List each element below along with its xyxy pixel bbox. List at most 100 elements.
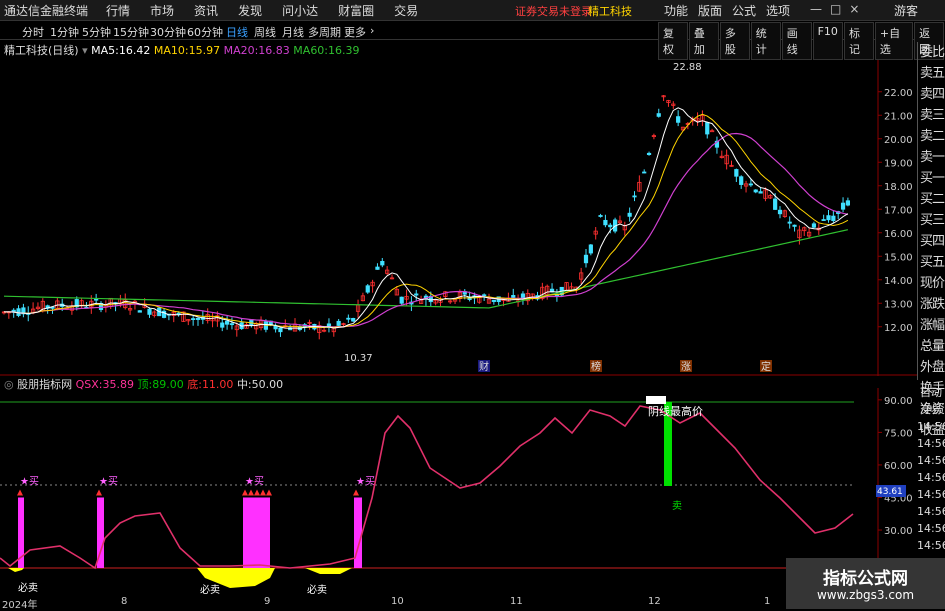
side-label: 买四 xyxy=(919,234,945,249)
buy-arrow xyxy=(260,489,266,496)
side-label: 买三 xyxy=(919,213,945,228)
period-weekly[interactable]: 周线 xyxy=(254,24,276,40)
period-intraday[interactable]: 分时 xyxy=(22,24,44,40)
candle-body xyxy=(792,224,797,227)
period-1min[interactable]: 1分钟 xyxy=(50,24,79,40)
trade-label: 14:56 xyxy=(917,539,945,552)
period-30min[interactable]: 30分钟 xyxy=(150,24,186,40)
candle-body xyxy=(642,171,647,174)
menu-options[interactable]: 选项 xyxy=(766,2,790,19)
login-status[interactable]: 证券交易未登录 xyxy=(515,3,592,19)
sell-label-4: 卖 xyxy=(672,500,682,512)
candlestick-chart[interactable]: 22.00 21.00 20.00 19.00 18.00 17.00 16.00 15.00… xyxy=(0,40,917,376)
side-label: 涨跌 xyxy=(919,297,945,312)
menu-trade[interactable]: 交易 xyxy=(394,2,418,19)
maximize-icon[interactable]: □ xyxy=(830,2,841,16)
title-bar: 通达信金融终端 行情 市场 资讯 发现 问小达 财富圈 交易 证券交易未登录 精… xyxy=(0,0,945,21)
user-label[interactable]: 游客 xyxy=(894,2,918,19)
candle-body xyxy=(491,299,496,302)
side-label: 现价 xyxy=(919,276,945,291)
minimize-icon[interactable]: — xyxy=(810,2,822,16)
buy-label: ★买 xyxy=(20,475,39,487)
candle-body xyxy=(414,293,419,296)
candle-body xyxy=(273,325,278,330)
side-label: 买二 xyxy=(919,192,945,207)
quote-side-panel: 委比 卖五 卖四 卖三 卖二 卖一 买一 买二 买三 买四 买五 现价 涨跌 涨幅 总量 外盘 换手 净资 收益 xyxy=(917,42,945,438)
indicator-chart[interactable]: 90.0075.0060.0045.0030.0015.00 ★买★买★买★买 … xyxy=(0,388,917,596)
period-more[interactable]: 更多 xyxy=(344,24,366,40)
candle-body xyxy=(346,317,351,320)
menu-news[interactable]: 资讯 xyxy=(194,2,218,19)
candle-body xyxy=(821,219,826,221)
sell-label-1: 必卖 xyxy=(18,581,38,594)
side-label: 委比 xyxy=(919,45,945,60)
candle-body xyxy=(191,318,196,321)
menu-quotes[interactable]: 行情 xyxy=(106,2,130,19)
side-label: 卖二 xyxy=(919,129,945,144)
side-label: 卖一 xyxy=(919,150,945,165)
menu-discover[interactable]: 发现 xyxy=(238,2,262,19)
period-15min[interactable]: 15分钟 xyxy=(113,24,149,40)
window-buttons: — □ × xyxy=(810,2,859,16)
event-label-3: 涨 xyxy=(681,361,691,373)
current-stock: 精工科技 xyxy=(588,5,632,18)
period-60min[interactable]: 60分钟 xyxy=(187,24,223,40)
osc-tick: 60.00 xyxy=(884,461,913,472)
date-label: 12 xyxy=(648,596,661,607)
menu-market[interactable]: 市场 xyxy=(150,2,174,19)
candle-body xyxy=(845,200,851,206)
candle-body xyxy=(511,295,516,298)
side-label: 外盘 xyxy=(919,360,945,375)
candle-body xyxy=(224,320,230,325)
candle-body xyxy=(137,310,142,313)
price-tick: 20.00 xyxy=(884,135,913,146)
period-monthly[interactable]: 月线 xyxy=(282,24,304,40)
price-tick: 12.00 xyxy=(884,323,913,334)
candle-body xyxy=(831,215,836,222)
period-5min[interactable]: 5分钟 xyxy=(82,24,111,40)
candle-body xyxy=(147,308,152,315)
candle-body xyxy=(787,221,792,224)
chevron-right-icon[interactable]: › xyxy=(370,24,374,37)
menu-function[interactable]: 功能 xyxy=(664,2,688,19)
date-axis: 2024年 8 9 10 11 12 1 xyxy=(0,596,870,611)
trade-label: 14:56 xyxy=(917,488,945,501)
candle-body xyxy=(710,130,715,133)
trade-label: 14:56 xyxy=(917,437,945,450)
event-label-2: 榜 xyxy=(591,360,601,373)
candle-body xyxy=(195,317,201,320)
price-tick: 21.00 xyxy=(884,111,913,122)
buy-arrow xyxy=(266,489,272,496)
candle-body xyxy=(753,189,758,193)
date-label: 1 xyxy=(764,596,771,607)
buy-arrow xyxy=(254,489,260,496)
buy-arrow xyxy=(96,489,102,496)
candle-body xyxy=(840,202,846,210)
trade-label: 14:56 xyxy=(917,505,945,518)
menu-ask[interactable]: 问小达 xyxy=(282,2,318,19)
candle-body xyxy=(656,113,661,117)
side-label: 卖三 xyxy=(919,108,945,123)
menu-wealth[interactable]: 财富圈 xyxy=(338,2,374,19)
candle-body xyxy=(351,318,356,322)
trade-label: 自动 xyxy=(920,386,942,399)
menu-layout[interactable]: 版面 xyxy=(698,2,722,19)
candle-body xyxy=(278,327,283,333)
candle-body xyxy=(627,212,632,217)
price-tick: 14.00 xyxy=(884,276,913,287)
event-label-4: 定 xyxy=(761,360,771,373)
app-title: 通达信金融终端 xyxy=(4,4,89,18)
price-tick: 16.00 xyxy=(884,229,913,240)
period-multi[interactable]: 多周期 xyxy=(308,24,341,40)
watermark-url: www.zbgs3.com xyxy=(816,588,915,602)
close-icon[interactable]: × xyxy=(849,2,859,16)
candle-body xyxy=(336,320,341,326)
osc-tick: 30.00 xyxy=(884,526,913,537)
period-daily[interactable]: 日线 xyxy=(226,24,248,40)
sell-label-3: 必卖 xyxy=(307,583,327,596)
sell-zone xyxy=(305,568,352,574)
menu-formula[interactable]: 公式 xyxy=(732,2,756,19)
event-label-1: 财 xyxy=(479,360,489,373)
date-label: 11 xyxy=(510,596,523,607)
date-label: 8 xyxy=(121,596,128,607)
